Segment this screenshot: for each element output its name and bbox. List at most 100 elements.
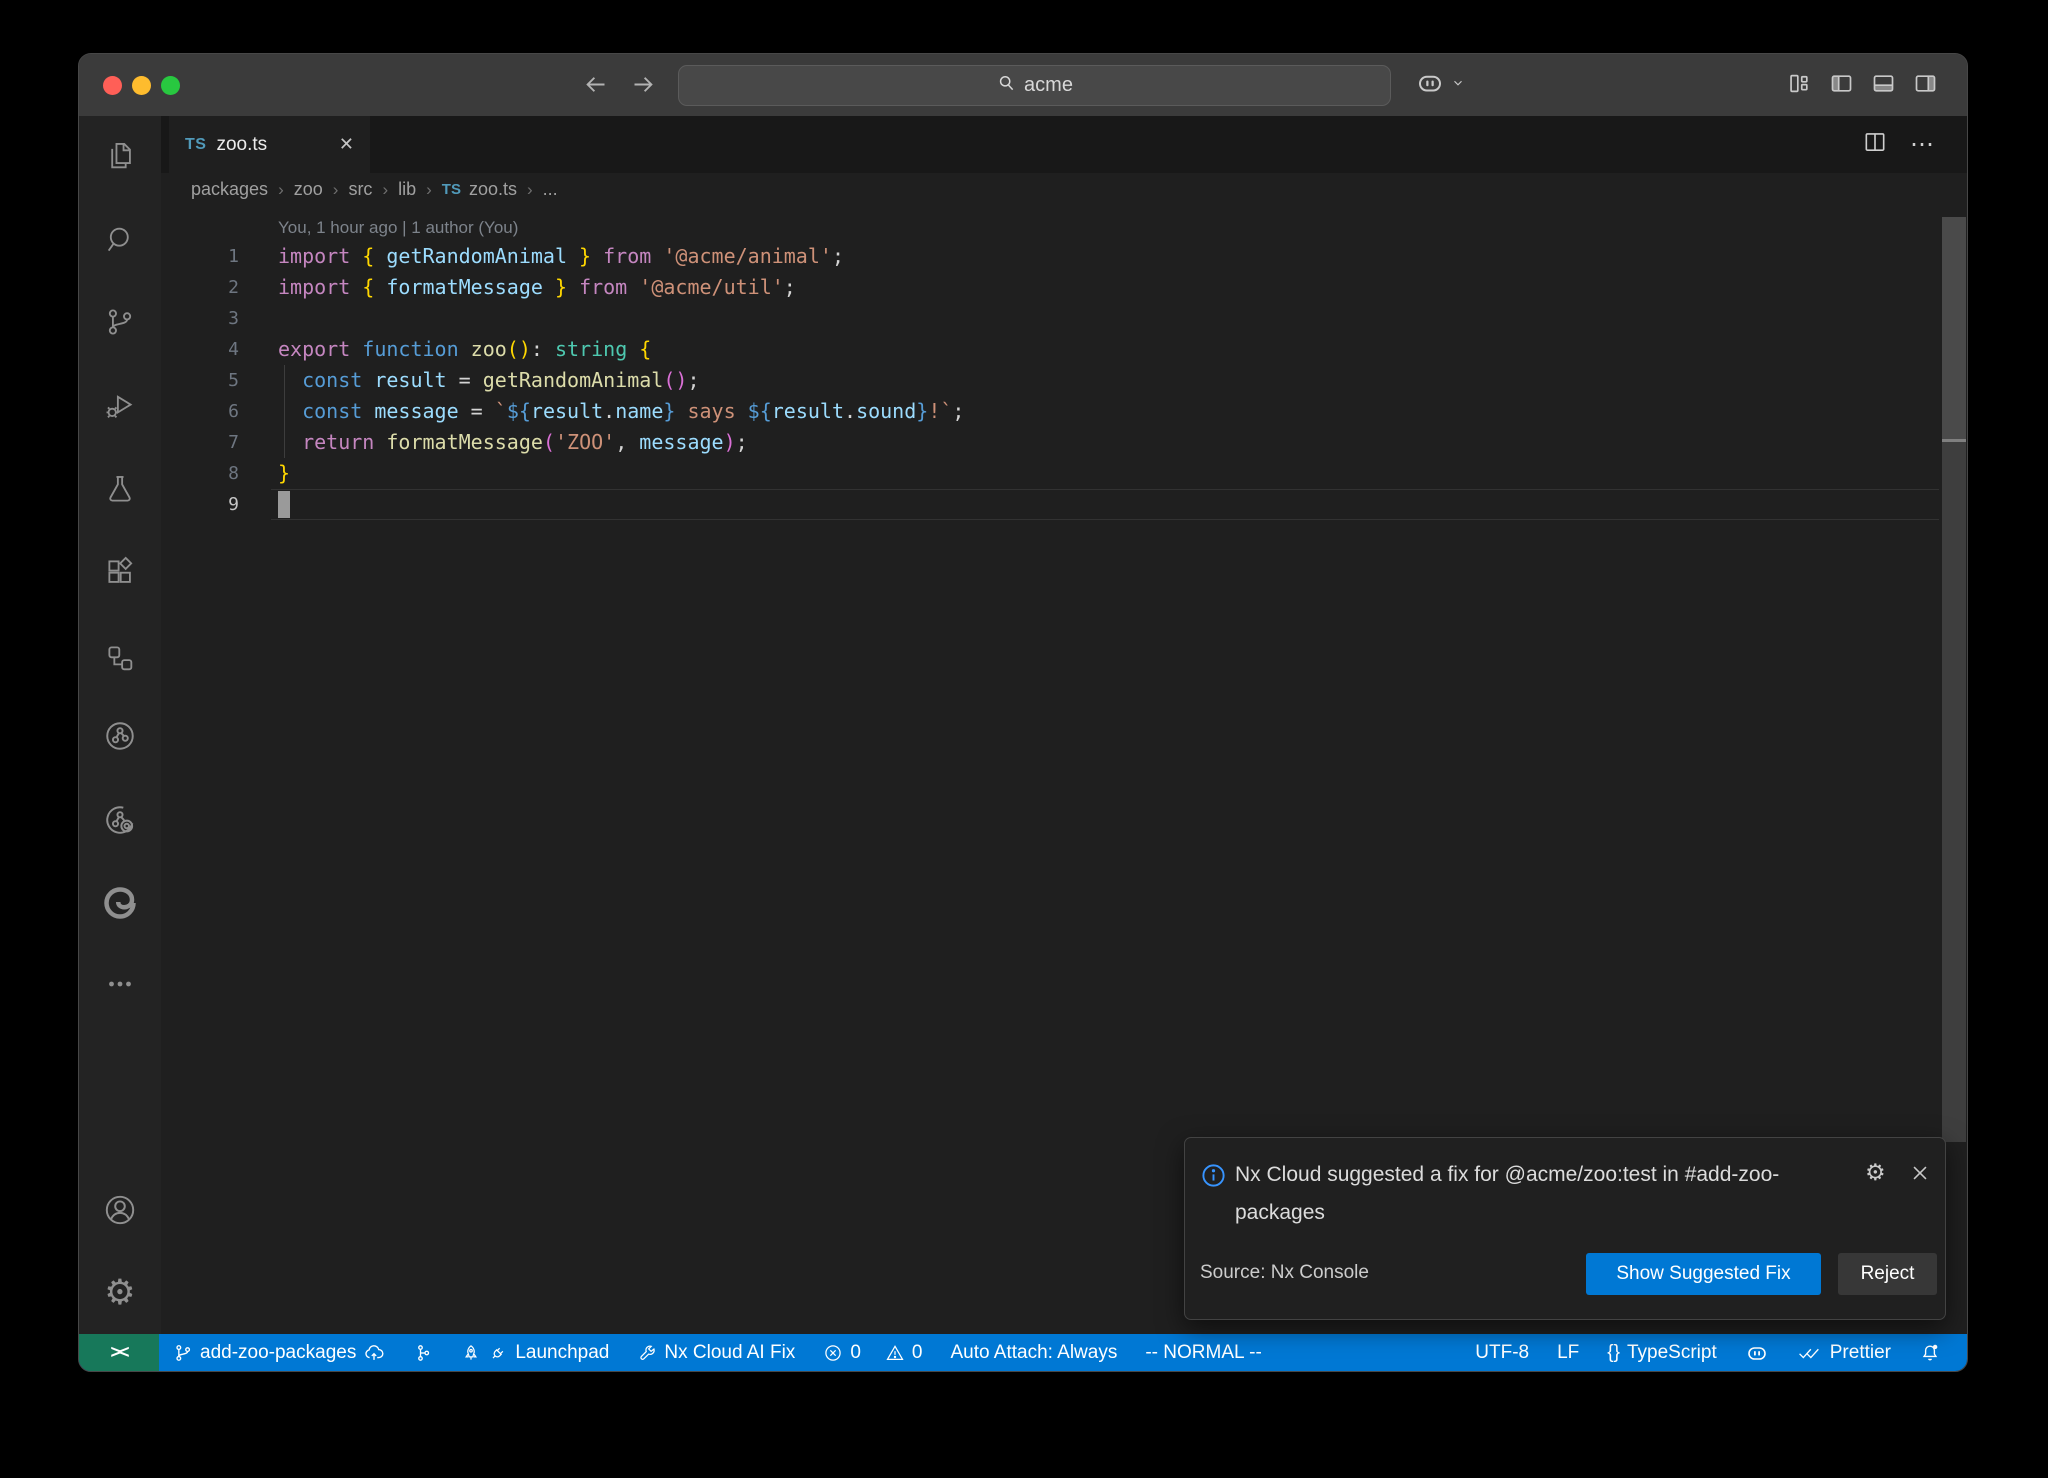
notification-message: Nx Cloud suggested a fix for @acme/zoo:t… (1235, 1156, 1835, 1232)
vim-block-cursor (278, 491, 290, 518)
copilot-status-item[interactable] (1731, 1334, 1783, 1371)
encoding-item[interactable]: UTF-8 (1461, 1334, 1543, 1371)
editor-scrollbar[interactable] (1942, 217, 1966, 1142)
more-actions-icon[interactable]: ⋯ (1910, 130, 1935, 159)
nx-console-icon[interactable] (100, 716, 140, 756)
line-number: 1 (161, 241, 271, 272)
vim-mode-indicator[interactable]: -- NORMAL -- (1131, 1334, 1275, 1371)
zoom-window-button[interactable] (161, 76, 180, 95)
notification-settings-gear-icon[interactable]: ⚙ (1865, 1162, 1886, 1185)
source-control-icon[interactable] (100, 302, 140, 342)
eol-item[interactable]: LF (1543, 1334, 1593, 1371)
project-references-icon[interactable] (100, 638, 140, 678)
notifications-bell-item[interactable] (1905, 1334, 1955, 1371)
formatter-item[interactable]: Prettier (1783, 1334, 1905, 1371)
line-number: 9 (161, 489, 271, 520)
typescript-file-icon: TS (442, 181, 461, 198)
title-bar: acme (79, 54, 1967, 116)
code-lines: 1import { getRandomAnimal } from '@acme/… (161, 241, 1967, 520)
notification-close-icon[interactable] (1909, 1162, 1931, 1189)
code-line[interactable]: 9 (161, 489, 1967, 520)
explorer-icon[interactable] (100, 136, 140, 176)
language-mode-item[interactable]: {} TypeScript (1593, 1334, 1730, 1371)
breadcrumb-item[interactable]: lib (398, 179, 416, 200)
code-line-content: return formatMessage('ZOO', message); (271, 427, 748, 458)
warning-count: 0 (912, 1342, 923, 1364)
breadcrumb-overflow[interactable]: ... (543, 179, 558, 200)
commit-graph-item[interactable] (399, 1334, 447, 1371)
code-line[interactable]: 3 (161, 303, 1967, 334)
nx-cloud-ai-fix-item[interactable]: Nx Cloud AI Fix (623, 1334, 809, 1371)
line-number: 4 (161, 334, 271, 365)
status-bar: >< add-zoo-packages Launchpad Nx Cloud A… (79, 1334, 1967, 1371)
account-icon[interactable] (100, 1190, 140, 1230)
breadcrumb-separator-icon: › (382, 180, 388, 200)
settings-gear-icon[interactable]: ⚙ (100, 1273, 140, 1313)
copilot-icon (1745, 1341, 1769, 1365)
testing-icon[interactable] (100, 469, 140, 509)
copilot-icon (1415, 68, 1445, 103)
git-branch-icon (173, 1343, 193, 1363)
info-icon (1200, 1162, 1227, 1194)
rocket-icon (461, 1343, 481, 1363)
warning-icon (885, 1343, 905, 1363)
search-icon (996, 73, 1016, 99)
toggle-panel-icon[interactable] (1870, 70, 1897, 102)
code-line[interactable]: 7 return formatMessage('ZOO', message); (161, 427, 1967, 458)
vscode-window: acme ⚙ TS zoo.ts (78, 53, 1968, 1372)
line-number: 8 (161, 458, 271, 489)
tab-bar: TS zoo.ts ✕ ⋯ (161, 116, 1967, 173)
double-check-icon (1797, 1343, 1823, 1363)
plug-icon (488, 1343, 508, 1363)
notification-toast: Nx Cloud suggested a fix for @acme/zoo:t… (1184, 1137, 1946, 1320)
code-line[interactable]: 1import { getRandomAnimal } from '@acme/… (161, 241, 1967, 272)
tab-zoo-ts[interactable]: TS zoo.ts ✕ (169, 116, 370, 173)
code-line[interactable]: 6 const message = `${result.name} says $… (161, 396, 1967, 427)
close-window-button[interactable] (103, 76, 122, 95)
nx-cloud-icon[interactable] (100, 800, 140, 840)
breadcrumb-separator-icon: › (333, 180, 339, 200)
more-views-icon[interactable] (100, 964, 140, 1004)
edge-browser-icon[interactable] (100, 883, 140, 923)
back-arrow-icon[interactable] (582, 71, 609, 98)
toggle-secondary-sidebar-icon[interactable] (1912, 70, 1939, 102)
code-line[interactable]: 5 const result = getRandomAnimal(); (161, 365, 1967, 396)
remote-indicator[interactable]: >< (79, 1334, 159, 1371)
customize-layout-icon[interactable] (1786, 70, 1813, 102)
forward-arrow-icon[interactable] (630, 71, 657, 98)
show-suggested-fix-button[interactable]: Show Suggested Fix (1586, 1253, 1821, 1295)
reject-button[interactable]: Reject (1838, 1253, 1937, 1295)
breadcrumb-item[interactable]: zoo (294, 179, 323, 200)
breadcrumb-item[interactable]: src (348, 179, 372, 200)
code-line[interactable]: 4export function zoo(): string { (161, 334, 1967, 365)
line-number: 6 (161, 396, 271, 427)
problems-item[interactable]: 0 0 (809, 1334, 936, 1371)
minimize-window-button[interactable] (132, 76, 151, 95)
code-line[interactable]: 2import { formatMessage } from '@acme/ut… (161, 272, 1967, 303)
toggle-primary-sidebar-icon[interactable] (1828, 70, 1855, 102)
run-debug-icon[interactable] (100, 386, 140, 426)
breadcrumb-file[interactable]: TS zoo.ts (442, 179, 517, 200)
launchpad-item[interactable]: Launchpad (447, 1334, 623, 1371)
breadcrumb-item[interactable]: packages (191, 179, 268, 200)
code-line-content (271, 303, 278, 334)
split-editor-icon[interactable] (1862, 129, 1888, 160)
braces-icon: {} (1607, 1342, 1620, 1364)
code-line[interactable]: 8} (161, 458, 1967, 489)
git-branch-item[interactable]: add-zoo-packages (159, 1334, 399, 1371)
breadcrumbs[interactable]: packages›zoo›src›lib›TSzoo.ts›... (161, 173, 1967, 206)
auto-attach-item[interactable]: Auto Attach: Always (936, 1334, 1131, 1371)
close-tab-icon[interactable]: ✕ (339, 134, 354, 155)
branch-name: add-zoo-packages (200, 1342, 356, 1364)
error-count: 0 (850, 1342, 861, 1364)
extensions-icon[interactable] (100, 552, 140, 592)
breadcrumb-file-label: zoo.ts (469, 179, 517, 200)
copilot-menu[interactable] (1415, 68, 1465, 103)
chevron-down-icon (1451, 76, 1465, 95)
command-center-search[interactable]: acme (678, 65, 1391, 106)
search-icon[interactable] (100, 220, 140, 260)
breadcrumb-separator-icon: › (426, 180, 432, 200)
window-controls (103, 76, 180, 95)
code-line-content: const result = getRandomAnimal(); (271, 365, 700, 396)
notification-source: Source: Nx Console (1200, 1262, 1369, 1284)
